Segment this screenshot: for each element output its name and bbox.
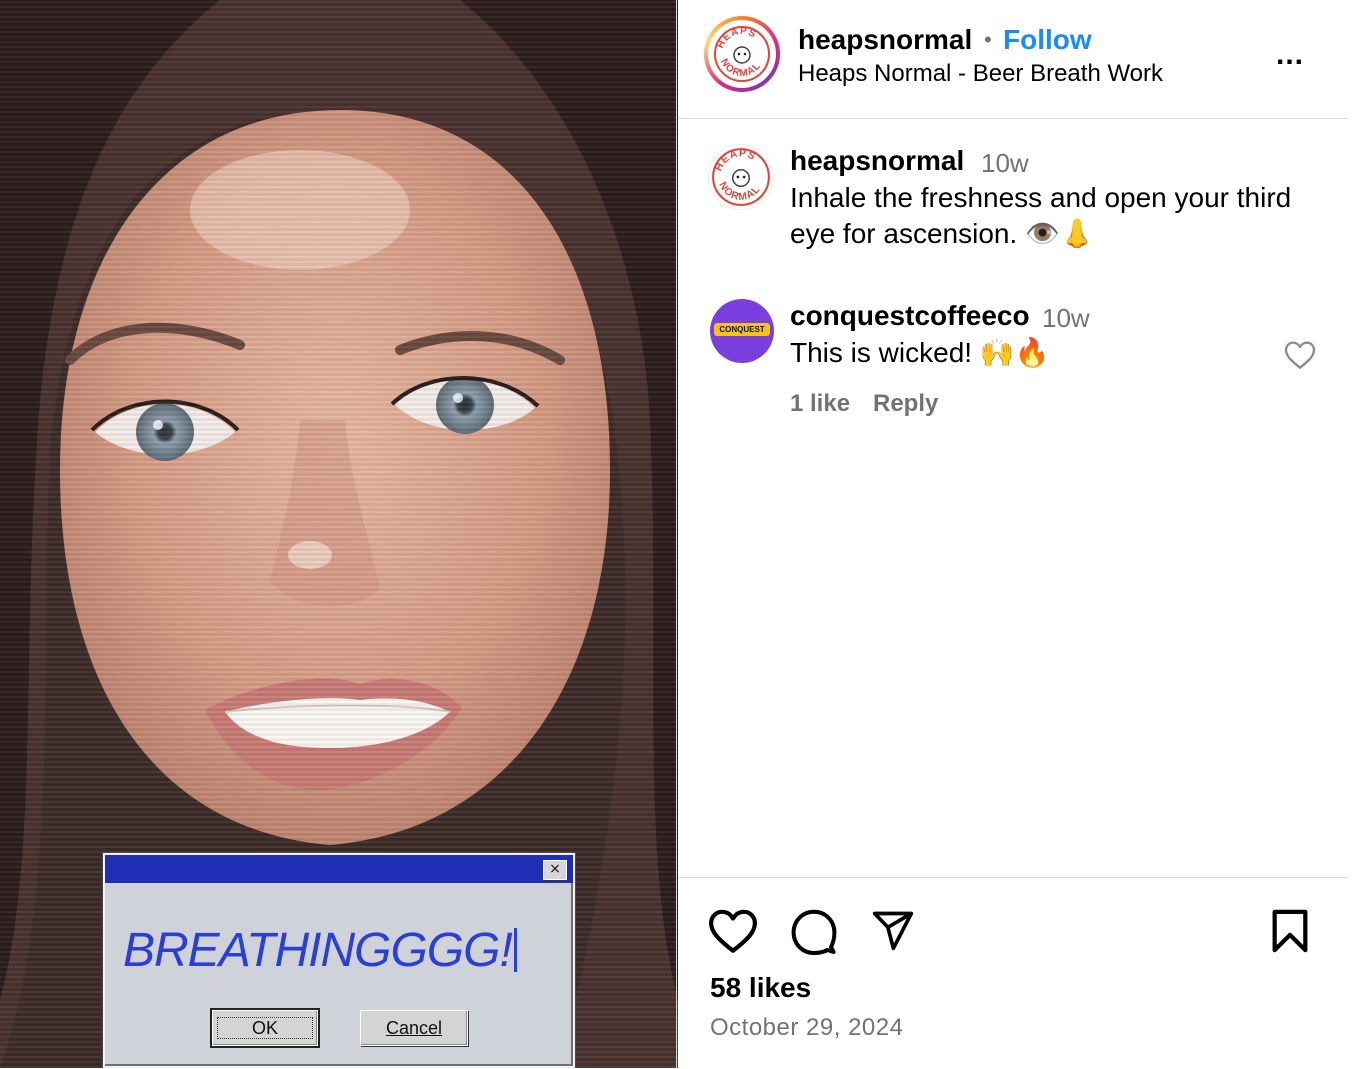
post-media[interactable]: × BREATHINGGGG! OK Cancel (0, 0, 678, 1068)
panel-divider (676, 0, 677, 1068)
header-separator: • (984, 27, 992, 52)
dialog-close-icon[interactable]: × (543, 860, 567, 880)
comment-timestamp[interactable]: 10w (1042, 303, 1090, 334)
dialog-cancel-button[interactable]: Cancel (360, 1010, 468, 1046)
caption-timestamp[interactable]: 10w (981, 148, 1029, 179)
comment-reply-button[interactable]: Reply (873, 390, 938, 418)
profile-avatar[interactable]: HEAPS NORMAL (704, 16, 780, 92)
dialog-message: BREATHINGGGG! (123, 923, 517, 978)
post-side-panel: HEAPS NORMAL heapsnormal • Follow Heaps … (678, 0, 1354, 1068)
dialog-titlebar: × (105, 855, 573, 883)
post-date[interactable]: October 29, 2024 (710, 1014, 903, 1042)
dialog-ok-button[interactable]: OK (210, 1008, 320, 1048)
post-actions: 58 likes October 29, 2024 (678, 877, 1348, 1069)
caption-avatar[interactable]: HEAPS NORMAL (708, 144, 774, 210)
more-dots-icon[interactable]: ... (1276, 38, 1304, 72)
comment-text: This is wicked! 🙌🔥 (790, 337, 1050, 368)
heart-icon[interactable] (708, 908, 758, 959)
post-header: HEAPS NORMAL heapsnormal • Follow Heaps … (678, 0, 1348, 119)
comment-bubble-icon[interactable] (790, 908, 838, 961)
header-username[interactable]: heapsnormal (798, 24, 972, 56)
comment-like-heart-icon[interactable] (1284, 340, 1316, 375)
dialog-ok-label: OK (216, 1017, 313, 1039)
heaps-normal-logo: HEAPS NORMAL (714, 26, 770, 82)
comment-like-count[interactable]: 1 like (790, 390, 850, 418)
follow-button[interactable]: Follow (1003, 24, 1092, 56)
post-like-count[interactable]: 58 likes (710, 972, 811, 1004)
caption-username[interactable]: heapsnormal (790, 145, 964, 177)
comment-username[interactable]: conquestcoffeeco (790, 300, 1030, 332)
caption-text: Inhale the freshness and open your third… (790, 182, 1292, 249)
comment-avatar[interactable]: CONQUEST (710, 299, 774, 363)
heaps-normal-logo-small: HEAPS NORMAL (712, 148, 770, 206)
conquest-logo: CONQUEST (714, 323, 770, 336)
breathing-dialog: × BREATHINGGGG! OK Cancel (103, 853, 575, 1068)
text-cursor (513, 928, 517, 972)
paper-plane-icon[interactable] (870, 908, 916, 957)
header-audio-subtitle[interactable]: Heaps Normal - Beer Breath Work (798, 60, 1163, 88)
bookmark-icon[interactable] (1270, 908, 1310, 959)
